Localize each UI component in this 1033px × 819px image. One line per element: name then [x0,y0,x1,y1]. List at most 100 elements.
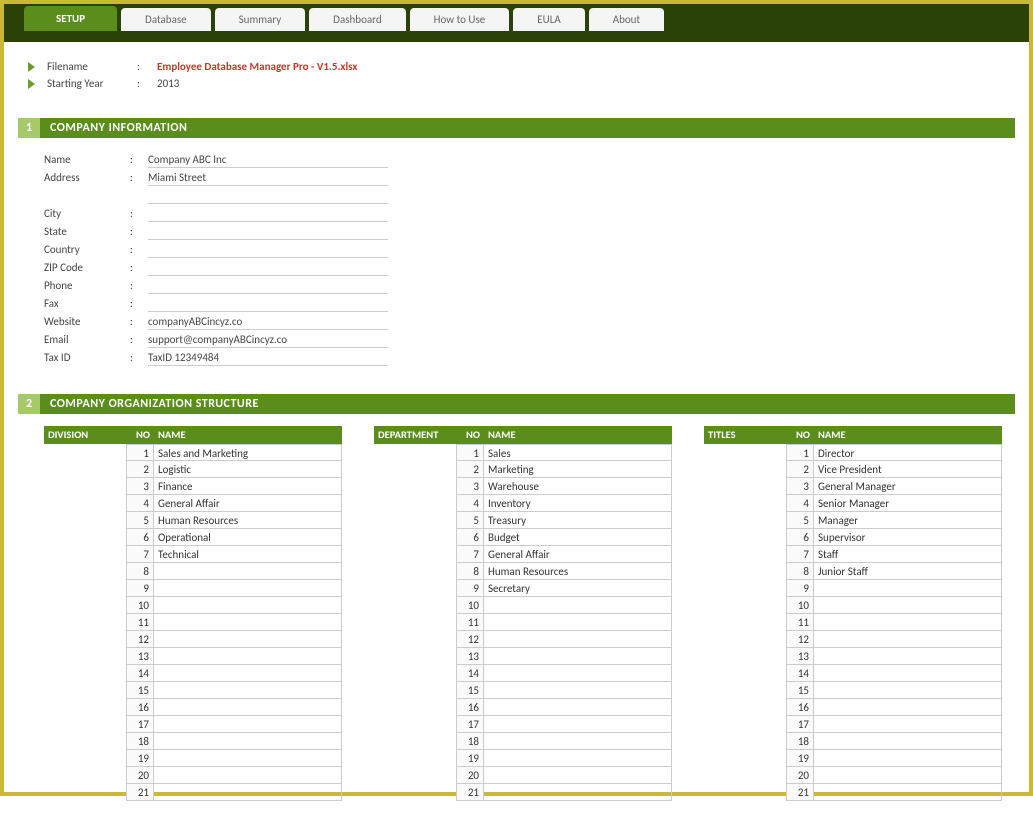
cell-name[interactable] [814,682,1002,699]
cell-name[interactable] [484,784,672,801]
cell-name[interactable]: Manager [814,512,1002,529]
cell-name[interactable] [484,682,672,699]
cell-name[interactable] [154,631,342,648]
info-value[interactable] [148,241,388,258]
cell-no: 5 [456,512,484,529]
tab-bar: SETUP Database Summary Dashboard How to … [4,4,1029,34]
tab-setup[interactable]: SETUP [24,6,117,31]
cell-name[interactable]: Treasury [484,512,672,529]
cell-name[interactable] [814,767,1002,784]
cell-name[interactable]: Finance [154,478,342,495]
cell-name[interactable] [154,648,342,665]
cell-name[interactable]: Operational [154,529,342,546]
table-row: 11 [704,614,1002,631]
table-row: 8 [44,563,342,580]
cell-no: 1 [456,444,484,461]
cell-name[interactable]: Technical [154,546,342,563]
cell-name[interactable] [154,614,342,631]
cell-name[interactable]: Staff [814,546,1002,563]
cell-no: 19 [786,750,814,767]
cell-name[interactable]: Warehouse [484,478,672,495]
cell-name[interactable] [154,597,342,614]
cell-name[interactable]: Junior Staff [814,563,1002,580]
info-value[interactable]: Miami Street [148,169,388,186]
cell-name[interactable] [154,733,342,750]
cell-no: 9 [456,580,484,597]
cell-no: 12 [456,631,484,648]
cell-name[interactable] [484,716,672,733]
cell-name[interactable] [484,597,672,614]
cell-title [704,665,786,682]
tab-summary[interactable]: Summary [215,8,306,31]
cell-name[interactable] [484,614,672,631]
cell-name[interactable] [814,750,1002,767]
cell-name[interactable] [154,682,342,699]
tab-dashboard[interactable]: Dashboard [309,8,405,31]
cell-name[interactable] [814,784,1002,801]
cell-title [44,512,126,529]
cell-name[interactable]: Human Resources [154,512,342,529]
cell-name[interactable]: General Affair [154,495,342,512]
cell-name[interactable]: General Affair [484,546,672,563]
tab-database[interactable]: Database [121,8,211,31]
info-value[interactable] [148,295,388,312]
cell-name[interactable] [814,716,1002,733]
cell-name[interactable] [814,631,1002,648]
cell-name[interactable] [484,699,672,716]
info-value[interactable]: support@companyABCincyz.co [148,331,388,348]
cell-name[interactable] [814,580,1002,597]
cell-name[interactable] [814,699,1002,716]
table-row: 20 [704,767,1002,784]
cell-name[interactable] [154,563,342,580]
cell-title [374,784,456,801]
cell-name[interactable] [814,648,1002,665]
cell-name[interactable] [154,750,342,767]
cell-title [704,733,786,750]
cell-name[interactable]: Sales [484,444,672,461]
cell-name[interactable] [154,716,342,733]
cell-name[interactable] [154,699,342,716]
cell-name[interactable] [814,665,1002,682]
cell-name[interactable] [484,631,672,648]
cell-name[interactable] [814,597,1002,614]
cell-title [374,648,456,665]
cell-name[interactable]: Senior Manager [814,495,1002,512]
cell-name[interactable]: Supervisor [814,529,1002,546]
info-value[interactable]: Company ABC Inc [148,151,388,168]
cell-name[interactable] [484,750,672,767]
cell-name[interactable] [814,733,1002,750]
cell-name[interactable] [154,767,342,784]
cell-name[interactable]: Sales and Marketing [154,444,342,461]
cell-name[interactable] [154,665,342,682]
cell-no: 7 [786,546,814,563]
tab-eula[interactable]: EULA [513,8,584,31]
cell-name[interactable]: Vice President [814,461,1002,478]
cell-name[interactable]: Human Resources [484,563,672,580]
cell-name[interactable]: Marketing [484,461,672,478]
cell-name[interactable]: Secretary [484,580,672,597]
tab-about[interactable]: About [589,8,664,31]
info-value[interactable] [148,259,388,276]
cell-name[interactable]: General Manager [814,478,1002,495]
cell-name[interactable] [814,614,1002,631]
cell-name[interactable] [484,767,672,784]
table-row: 12 [704,631,1002,648]
info-value[interactable]: companyABCincyz.co [148,313,388,330]
cell-name[interactable]: Inventory [484,495,672,512]
cell-name[interactable] [154,784,342,801]
table-row: 15 [44,682,342,699]
info-value[interactable] [148,205,388,222]
tab-howtouse[interactable]: How to Use [410,8,510,31]
year-value[interactable]: 2013 [157,77,179,90]
cell-name[interactable] [484,733,672,750]
cell-name[interactable]: Budget [484,529,672,546]
cell-name[interactable]: Logistic [154,461,342,478]
info-value[interactable]: TaxID 12349484 [148,349,388,366]
info-value[interactable] [148,187,388,204]
cell-name[interactable] [484,648,672,665]
cell-name[interactable] [484,665,672,682]
info-value[interactable] [148,277,388,294]
cell-name[interactable]: Director [814,444,1002,461]
info-value[interactable] [148,223,388,240]
cell-name[interactable] [154,580,342,597]
